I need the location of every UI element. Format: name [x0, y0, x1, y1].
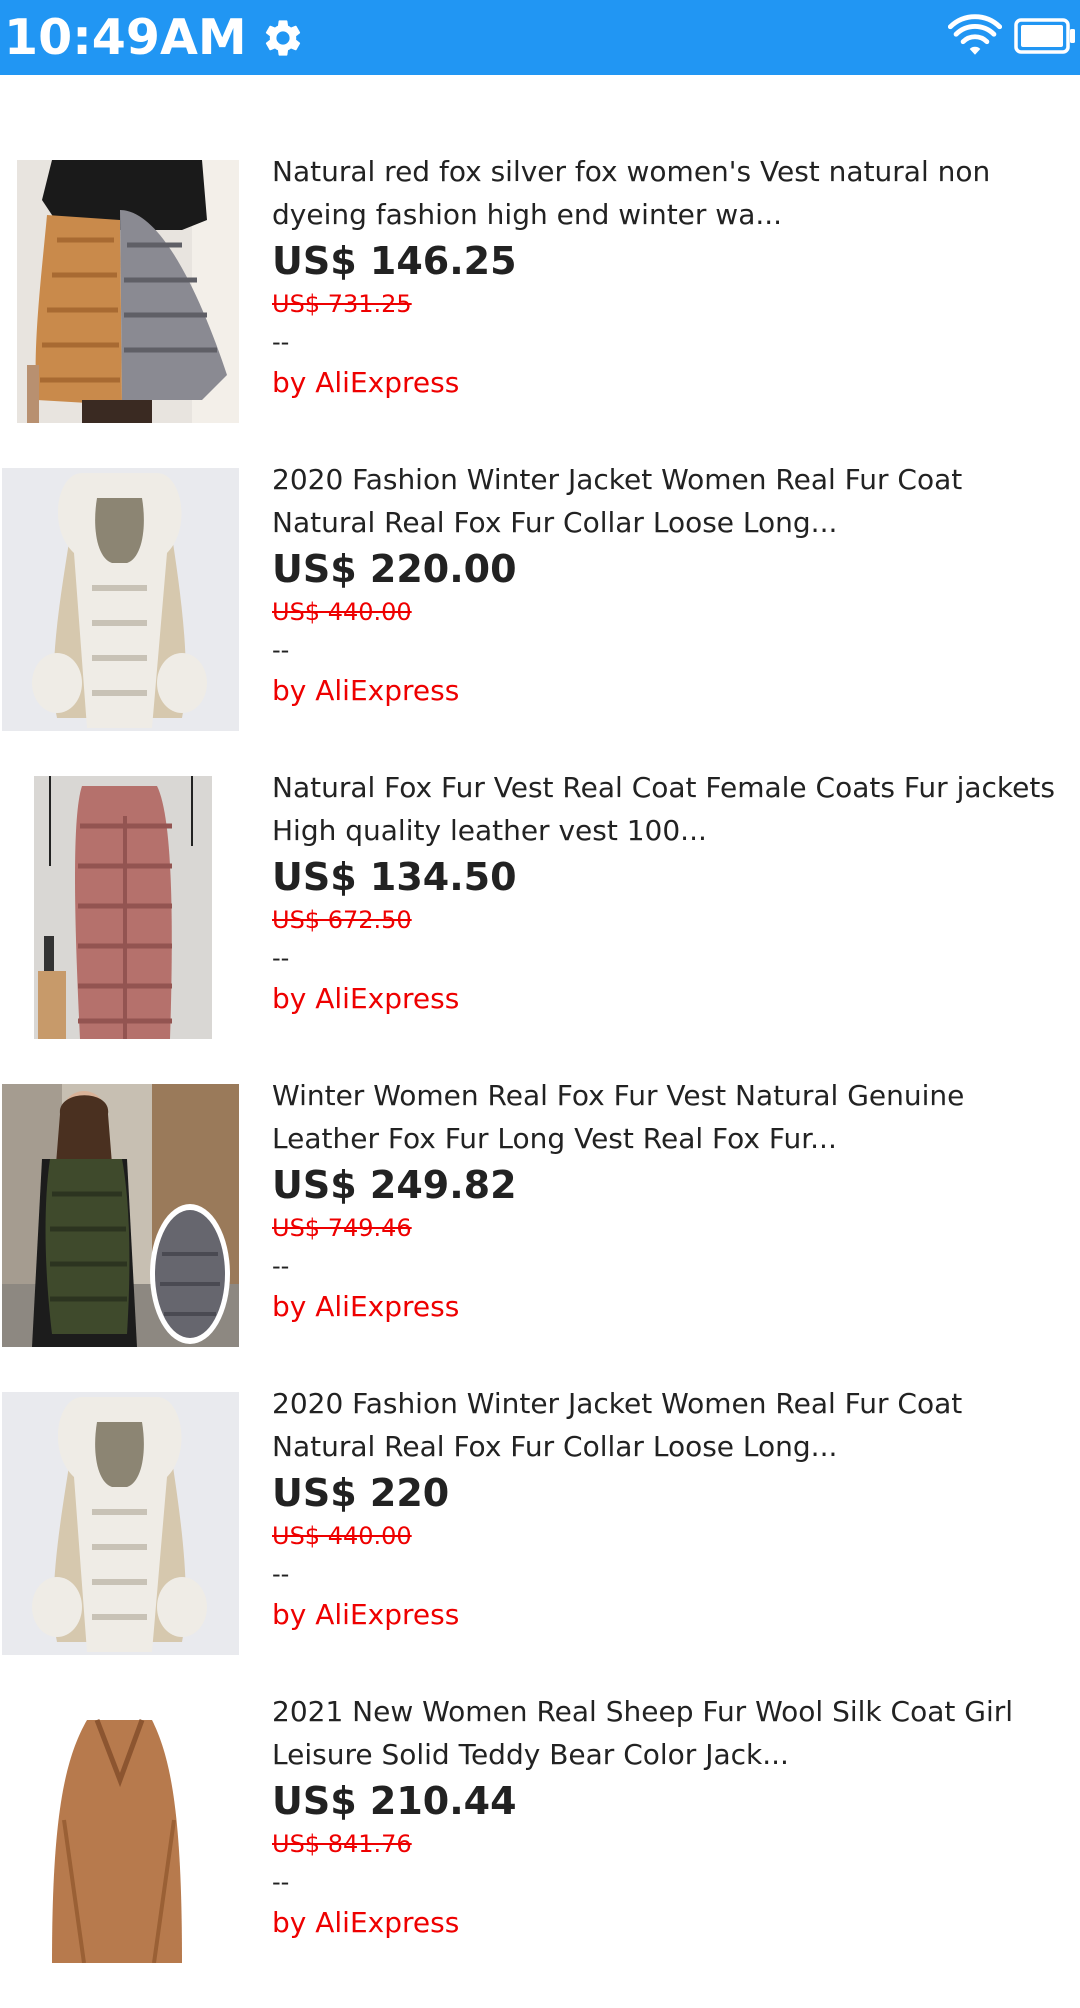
product-seller[interactable]: by AliExpress	[272, 1286, 1062, 1328]
product-info: 2021 New Women Real Sheep Fur Wool Silk …	[272, 1690, 1062, 1944]
product-info: 2020 Fashion Winter Jacket Women Real Fu…	[272, 458, 1062, 712]
product-rating: --	[272, 328, 290, 356]
product-info: 2020 Fashion Winter Jacket Women Real Fu…	[272, 1382, 1062, 1636]
product-info: Natural red fox silver fox women's Vest …	[272, 150, 1062, 404]
product-image[interactable]	[2, 468, 239, 731]
status-bar: 10:49AM	[0, 0, 1080, 75]
product-old-price: US$ 672.50	[272, 906, 412, 934]
wifi-icon	[948, 14, 1002, 55]
product-info: Natural Fox Fur Vest Real Coat Female Co…	[272, 766, 1062, 1020]
product-rating: --	[272, 1252, 290, 1280]
product-title[interactable]: Natural red fox silver fox women's Vest …	[272, 150, 1062, 236]
product-old-price: US$ 841.76	[272, 1830, 412, 1858]
product-title[interactable]: 2020 Fashion Winter Jacket Women Real Fu…	[272, 458, 1062, 544]
product-item[interactable]: Winter Women Real Fox Fur Vest Natural G…	[0, 1079, 1080, 1392]
product-seller[interactable]: by AliExpress	[272, 978, 1062, 1020]
product-old-price: US$ 749.46	[272, 1214, 412, 1242]
product-title[interactable]: 2020 Fashion Winter Jacket Women Real Fu…	[272, 1382, 1062, 1468]
product-seller[interactable]: by AliExpress	[272, 1594, 1062, 1636]
product-rating: --	[272, 1560, 290, 1588]
product-info: Winter Women Real Fox Fur Vest Natural G…	[272, 1074, 1062, 1328]
product-image[interactable]	[2, 1700, 239, 1963]
gear-icon	[265, 19, 300, 56]
product-image[interactable]	[2, 776, 239, 1039]
product-item[interactable]: 2021 New Women Real Sheep Fur Wool Silk …	[0, 1695, 1080, 2008]
product-item[interactable]: 2020 Fashion Winter Jacket Women Real Fu…	[0, 1387, 1080, 1700]
product-image[interactable]	[2, 1084, 239, 1347]
product-old-price: US$ 440.00	[272, 1522, 412, 1550]
status-icons	[948, 14, 1076, 58]
product-seller[interactable]: by AliExpress	[272, 1902, 1062, 1944]
product-item[interactable]: Natural red fox silver fox women's Vest …	[0, 155, 1080, 468]
product-old-price: US$ 731.25	[272, 290, 412, 318]
product-title[interactable]: Natural Fox Fur Vest Real Coat Female Co…	[272, 766, 1062, 852]
product-price: US$ 210.44	[272, 1779, 517, 1823]
product-image[interactable]	[2, 1392, 239, 1655]
product-title[interactable]: 2021 New Women Real Sheep Fur Wool Silk …	[272, 1690, 1062, 1776]
battery-icon	[1014, 18, 1075, 54]
product-rating: --	[272, 944, 290, 972]
product-price: US$ 249.82	[272, 1163, 517, 1207]
product-seller[interactable]: by AliExpress	[272, 362, 1062, 404]
product-price: US$ 220.00	[272, 547, 517, 591]
product-seller[interactable]: by AliExpress	[272, 670, 1062, 712]
product-price: US$ 134.50	[272, 855, 517, 899]
product-title[interactable]: Winter Women Real Fox Fur Vest Natural G…	[272, 1074, 1062, 1160]
product-rating: --	[272, 636, 290, 664]
status-time: 10:49AM	[4, 9, 247, 66]
product-price: US$ 146.25	[272, 239, 517, 283]
product-old-price: US$ 440.00	[272, 598, 412, 626]
product-image[interactable]	[2, 160, 239, 423]
product-rating: --	[272, 1868, 290, 1896]
product-item[interactable]: 2020 Fashion Winter Jacket Women Real Fu…	[0, 463, 1080, 776]
product-price: US$ 220	[272, 1471, 450, 1515]
product-item[interactable]: Natural Fox Fur Vest Real Coat Female Co…	[0, 771, 1080, 1084]
